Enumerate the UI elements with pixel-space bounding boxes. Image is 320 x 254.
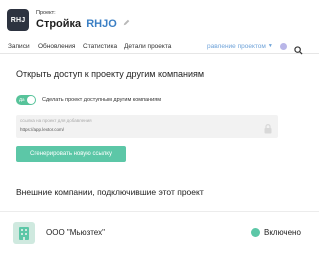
share-link-field[interactable]: ссылка на проект для добавления https://… [16, 115, 278, 138]
chevron-down-icon: ▼ [267, 43, 273, 49]
companies-section-title: Внешние компании, подключившие этот прое… [16, 187, 204, 197]
building-icon [13, 222, 35, 244]
tab-project-details[interactable]: Детали проекта [124, 43, 171, 50]
project-caption: Проект: [36, 10, 56, 16]
search-icon[interactable] [294, 42, 303, 60]
project-tabs: Записи Обновления Статистика Детали прое… [0, 40, 319, 54]
generate-link-button[interactable]: Сгенерировать новую ссылку [16, 146, 126, 162]
project-name: Стройка [36, 18, 82, 30]
company-name: ООО "Мьюзтех" [46, 228, 105, 237]
share-link-value: https://app.lextor.com/ [20, 127, 65, 132]
company-status: Включено [264, 228, 301, 237]
project-avatar[interactable]: RHJ [7, 9, 29, 31]
tab-project-management-label: равление проектом [207, 43, 266, 50]
status-indicator [251, 228, 260, 237]
lock-icon [264, 121, 272, 139]
company-row[interactable]: ООО "Мьюзтех" Включено [0, 212, 319, 254]
toggle-knob [27, 96, 35, 104]
tab-updates[interactable]: Обновления [38, 43, 75, 50]
project-code: RHJO [86, 18, 117, 30]
share-section-title: Открыть доступ к проекту другим компания… [16, 69, 205, 79]
tab-statistics[interactable]: Статистика [83, 43, 117, 50]
share-link-label: ссылка на проект для добавления [20, 118, 92, 123]
toggle-state-text: Да [19, 97, 25, 102]
project-header: RHJ Проект: Стройка RHJO [0, 0, 319, 40]
pencil-icon[interactable] [123, 17, 130, 29]
tab-project-management-dropdown[interactable]: равление проектом ▼ [207, 43, 273, 50]
share-toggle-label: Сделать проект доступным другим компания… [42, 97, 161, 103]
tab-records[interactable]: Записи [8, 43, 30, 50]
project-title: Стройка RHJO [36, 17, 130, 30]
status-dot-icon[interactable] [280, 43, 287, 50]
share-toggle[interactable]: Да [16, 95, 36, 105]
